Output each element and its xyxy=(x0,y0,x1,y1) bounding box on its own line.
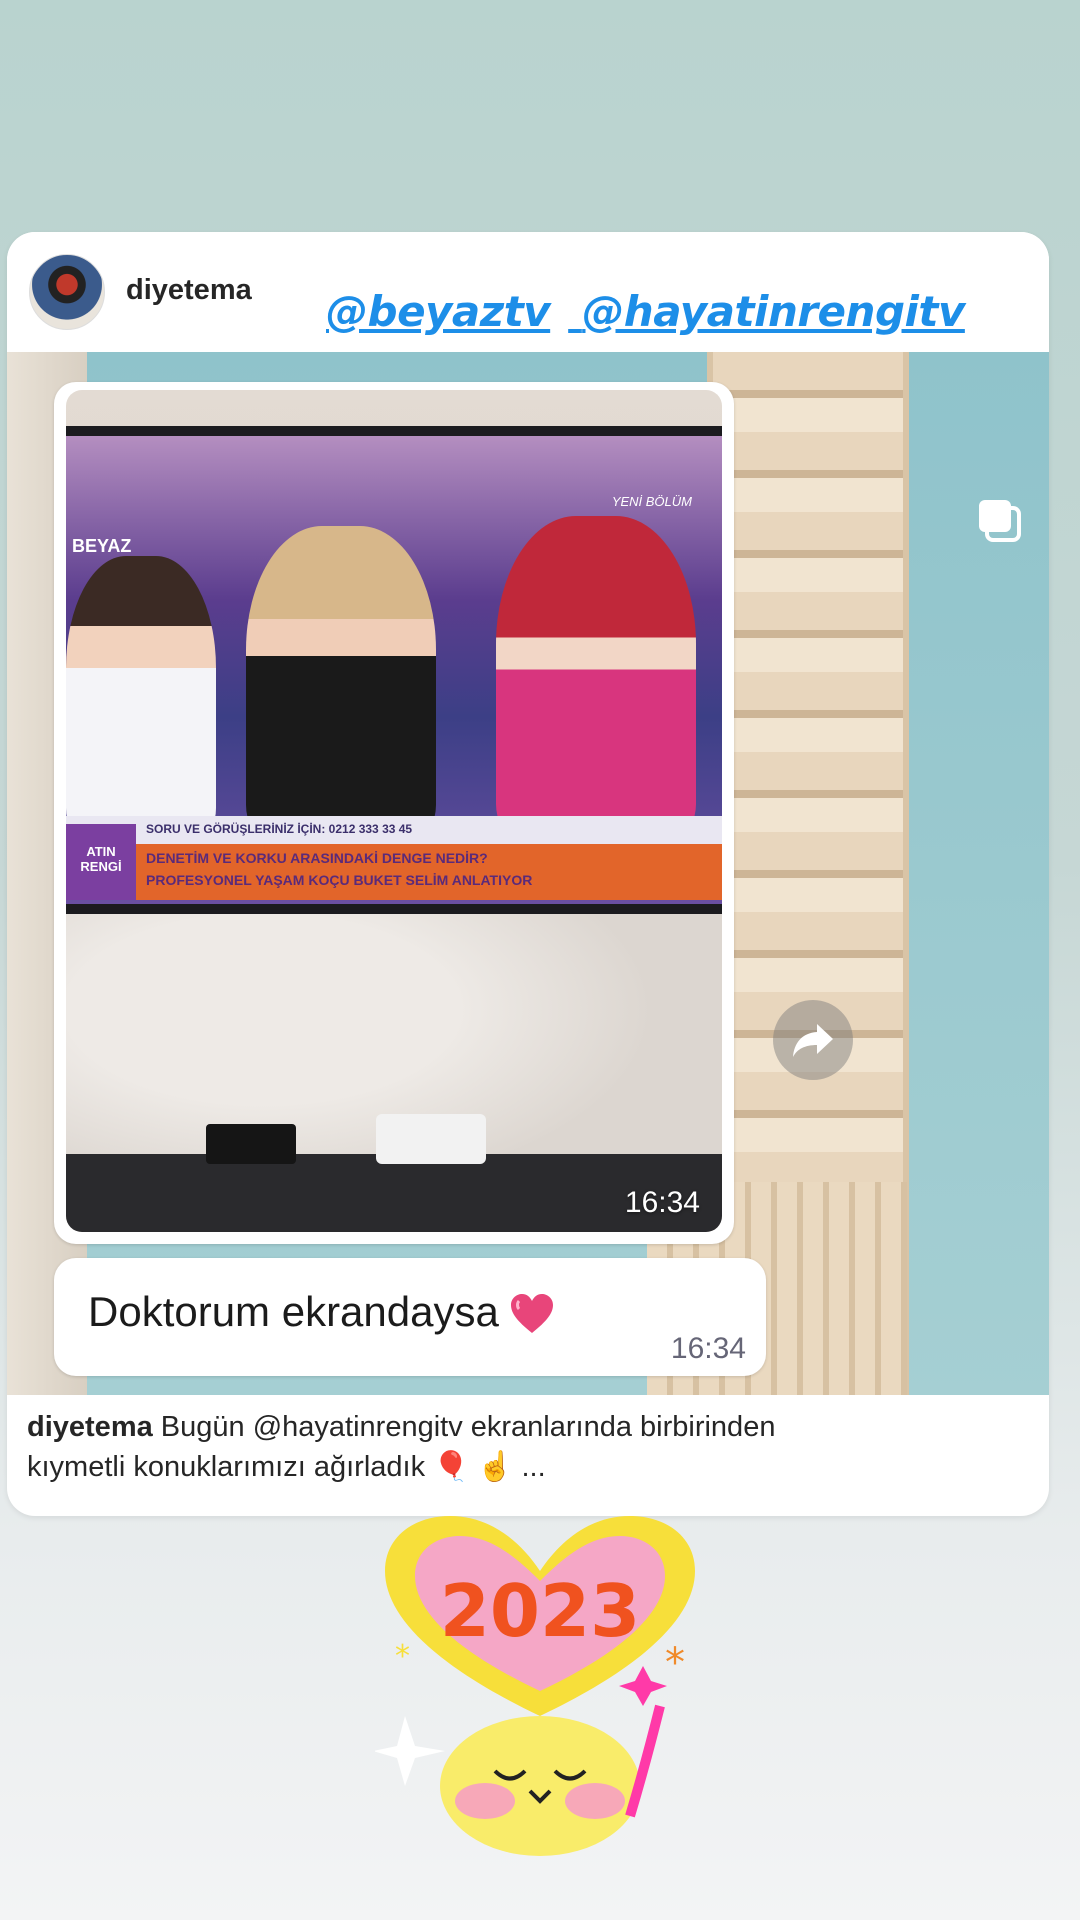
post-header: diyetema @beyaztv @hayatinrengitv xyxy=(7,232,1049,352)
phone-line: SORU VE GÖRÜŞLERİNİZ İÇİN: 0212 333 33 4… xyxy=(146,822,413,836)
chat-photo-bubble[interactable]: BEYAZ YENİ BÖLÜM SORU VE GÖRÜŞLERİNİZ İÇ… xyxy=(54,382,734,1244)
username[interactable]: diyetema xyxy=(126,274,252,307)
guest-right xyxy=(496,516,696,836)
mention-stickers: @beyaztv @hayatinrengitv xyxy=(326,287,983,336)
post-caption: diyetema Bugün @hayatinrengitv ekranları… xyxy=(27,1407,1027,1487)
svg-text:*: * xyxy=(395,1639,410,1674)
new-year-2023-sticker[interactable]: 2023 * * xyxy=(375,1516,705,1856)
channel-logo: BEYAZ xyxy=(72,536,132,556)
guest-left xyxy=(66,556,216,836)
post-card[interactable]: diyetema @beyaztv @hayatinrengitv BEYAZ … xyxy=(7,232,1049,1516)
message-text: Doktorum ekrandaysa xyxy=(88,1288,555,1337)
guest-center xyxy=(246,526,436,836)
power-strip xyxy=(376,1114,486,1164)
caption-username[interactable]: diyetema xyxy=(27,1411,153,1443)
message-text-content: Doktorum ekrandaysa xyxy=(88,1288,499,1335)
tv-shelf xyxy=(66,1154,722,1232)
mention-hayatinrengitv[interactable]: @hayatinrengitv xyxy=(582,287,965,336)
tv-stand-wall xyxy=(66,914,722,1232)
ticker-headline: ATIN RENGİ DENETİM VE KORKU ARASINDAKİ D… xyxy=(66,824,722,900)
television: BEYAZ YENİ BÖLÜM SORU VE GÖRÜŞLERİNİZ İÇ… xyxy=(66,426,722,914)
tv-photo: BEYAZ YENİ BÖLÜM SORU VE GÖRÜŞLERİNİZ İÇ… xyxy=(66,390,722,1232)
tv-screen: BEYAZ YENİ BÖLÜM SORU VE GÖRÜŞLERİNİZ İÇ… xyxy=(66,436,722,904)
headline-line-2: PROFESYONEL YAŞAM KOÇU BUKET SELİM ANLAT… xyxy=(146,872,533,888)
new-episode-badge: YENİ BÖLÜM xyxy=(611,494,692,509)
svg-text:*: * xyxy=(665,1640,685,1686)
program-logo: ATIN RENGİ xyxy=(66,824,136,900)
set-top-box xyxy=(206,1124,296,1164)
forward-button[interactable] xyxy=(773,1000,853,1080)
carousel-multiple-icon xyxy=(979,500,1021,542)
chat-message-bubble[interactable]: Doktorum ekrandaysa 16:34 xyxy=(54,1258,766,1376)
post-image[interactable]: BEYAZ YENİ BÖLÜM SORU VE GÖRÜŞLERİNİZ İÇ… xyxy=(7,352,1049,1395)
sticker-year: 2023 xyxy=(440,1569,640,1653)
mention-beyaztv[interactable]: @beyaztv xyxy=(326,287,551,336)
message-timestamp: 16:34 xyxy=(670,1332,746,1365)
caption-line-2: kıymetli konuklarımızı ağırladık 🎈 ☝️ ..… xyxy=(27,1451,546,1483)
sparkling-heart-icon xyxy=(510,1293,553,1333)
avatar[interactable] xyxy=(29,254,105,330)
caption-line-1: Bugün @hayatinrengitv ekranlarında birbi… xyxy=(160,1411,776,1443)
photo-timestamp: 16:34 xyxy=(624,1186,700,1219)
ticker-phone: SORU VE GÖRÜŞLERİNİZ İÇİN: 0212 333 33 4… xyxy=(66,816,722,844)
forward-arrow-icon xyxy=(793,1024,833,1057)
headline-line-1: DENETİM VE KORKU ARASINDAKİ DENGE NEDİR? xyxy=(146,850,488,866)
